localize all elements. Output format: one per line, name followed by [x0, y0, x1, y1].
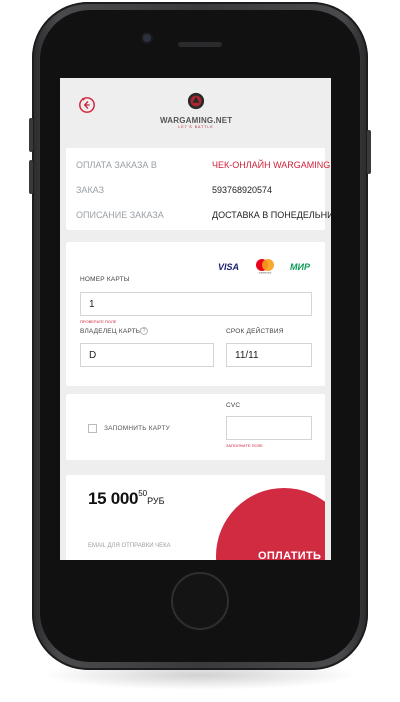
wargaming-emblem-icon — [187, 92, 205, 110]
visa-logo: VISA — [218, 262, 240, 272]
order-total: 15 00050РУБ — [88, 489, 165, 509]
help-icon[interactable]: ? — [140, 327, 148, 335]
order-row-value: ЧЕК-ОНЛАЙН WARGAMING.NET — [212, 160, 331, 170]
cvc-input[interactable] — [226, 416, 312, 440]
front-camera — [143, 34, 151, 42]
email-label: EMAIL ДЛЯ ОТПРАВКИ ЧЕКА — [88, 543, 171, 549]
card-holder-input[interactable]: D — [80, 343, 214, 367]
power-button — [367, 130, 371, 174]
pay-button-label: ОПЛАТИТЬ — [258, 550, 322, 560]
order-row: ОПИСАНИЕ ЗАКАЗА ДОСТАВКА В ПОНЕДЕЛЬНИК — [76, 210, 331, 224]
pay-button[interactable]: ОПЛАТИТЬ — [216, 488, 325, 560]
order-row-key: ЗАКАЗ — [76, 185, 105, 195]
header: WARGAMING.NET LET'S BATTLE — [60, 78, 331, 138]
order-row-value: ДОСТАВКА В ПОНЕДЕЛЬНИК — [212, 210, 331, 220]
speaker-grille — [178, 42, 222, 47]
total-section: 15 00050РУБ EMAIL ДЛЯ ОТПРАВКИ ЧЕКА ОПЛА… — [66, 475, 325, 560]
checkout-screen: WARGAMING.NET LET'S BATTLE ОПЛАТА ЗАКАЗА… — [60, 78, 331, 560]
volume-button — [29, 118, 33, 152]
total-currency: РУБ — [147, 496, 165, 506]
remember-card-checkbox[interactable] — [88, 424, 97, 433]
order-row-key: ОПИСАНИЕ ЗАКАЗА — [76, 210, 164, 220]
expiry-input[interactable]: 11/11 — [226, 343, 312, 367]
mastercard-logo-icon: mastercard — [256, 259, 274, 275]
logo-name: WARGAMING.NET — [160, 116, 233, 125]
volume-button — [29, 160, 33, 194]
card-number-error: ПРОВЕРЬТЕ ПОЛЕ — [80, 319, 117, 324]
wargaming-logo: WARGAMING.NET LET'S BATTLE — [160, 92, 233, 129]
order-row: ЗАКАЗ 593768920574 — [76, 185, 317, 199]
holder-label: ВЛАДЕЛЕЦ КАРТЫ — [80, 328, 142, 335]
cvc-label: CVC — [226, 402, 241, 409]
back-clock-icon[interactable] — [78, 96, 96, 114]
cvc-error: ЗАПОЛНИТЕ ПОЛЕ — [226, 443, 263, 448]
expiry-label: СРОК ДЕЙСТВИЯ — [226, 328, 284, 335]
remember-card-label[interactable]: ЗАПОМНИТЬ КАРТУ — [104, 425, 170, 432]
save-card-section: ЗАПОМНИТЬ КАРТУ CVC ЗАПОЛНИТЕ ПОЛЕ — [66, 394, 325, 460]
order-row-value: 593768920574 — [212, 185, 273, 195]
total-amount: 15 000 — [88, 489, 139, 508]
order-info-card: ОПЛАТА ЗАКАЗА В ЧЕК-ОНЛАЙН WARGAMING.NET… — [66, 148, 331, 230]
card-details-card: VISA mastercard МИР НОМЕР КАРТЫ 1 ПРОВЕР… — [66, 242, 325, 386]
total-kopecks: 50 — [138, 489, 148, 498]
logo-tagline: LET'S BATTLE — [178, 125, 214, 129]
mastercard-logo-text: mastercard — [259, 272, 272, 275]
order-row: ОПЛАТА ЗАКАЗА В ЧЕК-ОНЛАЙН WARGAMING.NET — [76, 160, 331, 174]
mir-logo: МИР — [290, 262, 310, 272]
home-button[interactable] — [171, 572, 229, 630]
card-number-label: НОМЕР КАРТЫ — [80, 276, 130, 283]
order-row-key: ОПЛАТА ЗАКАЗА В — [76, 160, 157, 170]
card-number-input[interactable]: 1 — [80, 292, 312, 316]
